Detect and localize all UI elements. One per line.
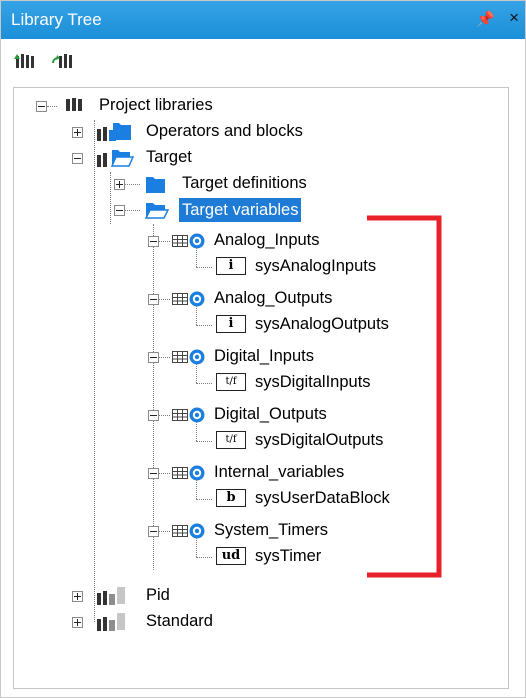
tree-line <box>196 248 197 267</box>
variable-group-icon <box>172 523 205 539</box>
reload-libraries-icon[interactable] <box>51 51 75 71</box>
tree-item-label: Target definitions <box>182 174 307 192</box>
tree-line <box>196 267 212 268</box>
collapse-toggle[interactable] <box>148 236 159 247</box>
tree-item-label: Project libraries <box>99 96 213 114</box>
tree-item-label: Target <box>146 148 192 166</box>
open-folder-icon <box>145 203 169 219</box>
tree-line <box>196 325 212 326</box>
variable-type-icon: i <box>216 257 246 275</box>
tree-line <box>125 184 140 185</box>
tree-item-label: System_Timers <box>214 521 328 539</box>
tree-item-project-libraries[interactable]: Project libraries <box>14 93 494 119</box>
panel-title-bar: Library Tree 📌 × <box>1 1 525 39</box>
tree-item-standard[interactable]: Standard <box>14 609 494 635</box>
tree-line <box>196 557 212 558</box>
tree-item-target[interactable]: Target <box>14 145 494 171</box>
folder-icon <box>146 177 165 193</box>
expand-toggle[interactable] <box>72 591 83 602</box>
tree-item-label: sysDigitalInputs <box>255 373 371 391</box>
tree-item-label: Pid <box>146 586 170 604</box>
tree-item-pid[interactable]: Pid <box>14 583 494 609</box>
tree-line <box>47 106 57 107</box>
tree-line <box>159 357 170 358</box>
tree-item-label: Target variables <box>179 198 302 222</box>
variable-type-icon: b <box>216 489 246 507</box>
variable-group-icon <box>172 465 205 481</box>
tree-item-label: sysAnalogInputs <box>255 257 377 275</box>
tree-line <box>159 299 170 300</box>
library-grey-icon <box>97 613 125 631</box>
tree-line <box>196 441 212 442</box>
collapse-toggle[interactable] <box>72 153 83 164</box>
library-stack-icon <box>66 98 82 111</box>
variable-type-icon: i <box>216 315 246 333</box>
expand-toggle[interactable] <box>72 617 83 628</box>
variable-group-icon <box>172 349 205 365</box>
red-annotation-bracket <box>367 215 442 578</box>
library-open-folder-icon <box>97 150 135 167</box>
toolbar <box>1 39 525 83</box>
tree-item-label: Analog_Inputs <box>214 231 320 249</box>
variable-group-icon <box>172 407 205 423</box>
panel-title: Library Tree <box>11 10 102 29</box>
tree-line <box>159 241 170 242</box>
tree-item-label: Analog_Outputs <box>214 289 333 307</box>
library-grey-icon <box>97 587 125 605</box>
tree-line <box>196 306 197 325</box>
tree-item-operators-and-blocks[interactable]: Operators and blocks <box>14 119 494 145</box>
tree-item-label: sysTimer <box>255 547 322 565</box>
collapse-toggle[interactable] <box>148 410 159 421</box>
tree-item-target-definitions[interactable]: Target definitions <box>14 171 494 197</box>
collapse-toggle[interactable] <box>36 101 47 112</box>
expand-toggle[interactable] <box>114 179 125 190</box>
tree-item-label: Digital_Outputs <box>214 405 327 423</box>
collapse-toggle[interactable] <box>148 468 159 479</box>
variable-group-icon <box>172 291 205 307</box>
collapse-toggle[interactable] <box>114 205 125 216</box>
variable-type-icon: t/f <box>216 431 246 449</box>
tree-line <box>196 480 197 499</box>
expand-toggle[interactable] <box>72 127 83 138</box>
refresh-libraries-icon[interactable] <box>13 51 37 71</box>
tree-item-label: Standard <box>146 612 213 630</box>
tree-line <box>196 364 197 383</box>
library-tree-panel: Library Tree 📌 × Project libraries Opera… <box>0 0 526 698</box>
tree-item-label: Operators and blocks <box>146 122 303 140</box>
variable-group-icon <box>172 233 205 249</box>
tree-line <box>159 415 170 416</box>
variable-type-icon: t/f <box>216 373 246 391</box>
collapse-toggle[interactable] <box>148 294 159 305</box>
tree-line <box>159 473 170 474</box>
tree-line <box>159 531 170 532</box>
collapse-toggle[interactable] <box>148 352 159 363</box>
tree-line <box>125 210 140 211</box>
tree-line <box>196 383 212 384</box>
library-folder-icon <box>97 123 131 141</box>
variable-type-icon: ud <box>216 547 246 565</box>
close-icon[interactable]: × <box>509 8 519 28</box>
tree-line <box>196 538 197 557</box>
tree-item-label: Digital_Inputs <box>214 347 314 365</box>
tree-line <box>196 499 212 500</box>
tree-item-label: Internal_variables <box>214 463 345 481</box>
collapse-toggle[interactable] <box>148 526 159 537</box>
pin-icon[interactable]: 📌 <box>476 10 495 28</box>
tree-item-label: sysDigitalOutputs <box>255 431 384 449</box>
tree-line <box>196 422 197 441</box>
